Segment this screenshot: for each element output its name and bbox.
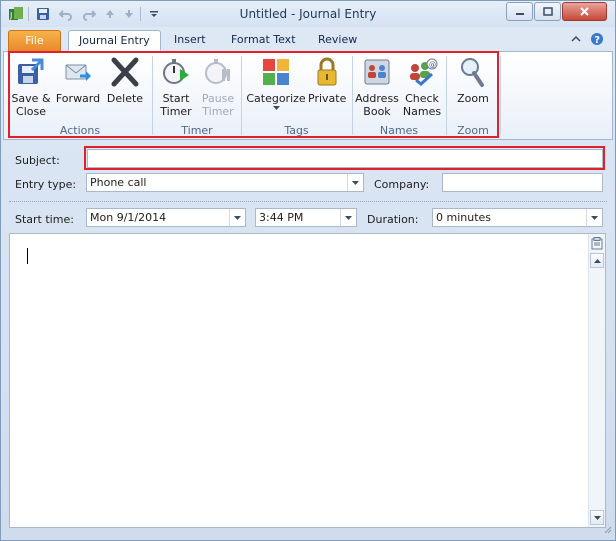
group-divider (500, 56, 501, 135)
tab-journal-entry[interactable]: Journal Entry (68, 30, 161, 51)
tab-file[interactable]: File (8, 30, 61, 51)
forward-label: Forward (55, 92, 101, 105)
entry-type-label: Entry type: (15, 178, 77, 191)
group-label-timer: Timer (181, 124, 213, 137)
address-book-label: Address Book (355, 92, 399, 118)
group-timer: Start Timer Pause Timer Timer (153, 52, 241, 139)
delete-label: Delete (106, 92, 144, 105)
save-close-icon (18, 58, 44, 84)
subject-input[interactable] (87, 149, 603, 168)
group-actions: Save & Close Forward Delete Actions (9, 52, 151, 139)
start-date-select[interactable]: Mon 9/1/2014 (86, 208, 246, 227)
start-time-value: 3:44 PM (259, 211, 304, 224)
vertical-scrollbar[interactable] (588, 234, 605, 527)
text-caret (27, 248, 28, 264)
tab-insert[interactable]: Insert (164, 30, 216, 51)
chevron-down-icon[interactable] (340, 209, 356, 226)
chevron-down-icon[interactable] (229, 209, 245, 226)
form-divider (9, 201, 607, 202)
svg-text:?: ? (594, 35, 600, 46)
ribbon-collapse-icon[interactable] (571, 34, 581, 47)
scroll-down-button[interactable] (590, 510, 604, 525)
help-icon[interactable]: ? (590, 32, 604, 49)
minimize-button[interactable] (506, 2, 533, 21)
journal-entry-window: J Untitled - Journal Entry File Journal … (0, 0, 616, 541)
start-timer-button[interactable]: Start Timer (157, 56, 195, 118)
group-zoom: Zoom Zoom (447, 52, 499, 139)
chevron-down-icon (593, 515, 601, 520)
subject-label: Subject: (15, 154, 60, 167)
ribbon: Save & Close Forward Delete Actions Star… (3, 51, 613, 140)
categorize-button[interactable]: Categorize (246, 56, 306, 114)
tab-review[interactable]: Review (308, 30, 367, 51)
categorize-icon (263, 59, 289, 85)
chevron-up-icon (593, 258, 601, 263)
close-button[interactable] (562, 2, 607, 21)
close-icon (580, 7, 589, 16)
delete-icon (111, 57, 139, 87)
start-time-label: Start time: (15, 213, 74, 226)
pause-timer-button[interactable]: Pause Timer (199, 56, 237, 118)
chevron-down-icon[interactable] (347, 174, 363, 191)
start-timer-label: Start Timer (160, 92, 192, 118)
group-tags: Categorize Private Tags (242, 52, 351, 139)
title-bar: J Untitled - Journal Entry (1, 1, 615, 27)
check-names-button[interactable]: @ Check Names (401, 56, 443, 118)
zoom-button[interactable]: Zoom (452, 56, 494, 105)
lock-icon (317, 57, 337, 86)
check-names-icon: @ (410, 58, 438, 86)
duration-value: 0 minutes (436, 211, 492, 224)
group-label-tags: Tags (284, 124, 309, 137)
start-timer-icon (163, 59, 189, 84)
svg-text:@: @ (429, 61, 436, 69)
scroll-up-button[interactable] (590, 253, 604, 268)
start-date-value: Mon 9/1/2014 (90, 211, 167, 224)
start-time-select[interactable]: 3:44 PM (255, 208, 357, 227)
duration-select[interactable]: 0 minutes (432, 208, 603, 227)
delete-button[interactable]: Delete (105, 56, 145, 105)
address-book-button[interactable]: Address Book (355, 56, 399, 118)
group-label-names: Names (379, 124, 419, 137)
forward-button[interactable]: Forward (55, 56, 101, 105)
maximize-button[interactable] (534, 2, 561, 21)
minimize-icon (515, 12, 524, 15)
ribbon-tabs: File Journal Entry Insert Format Text Re… (1, 27, 615, 51)
private-button[interactable]: Private (308, 56, 346, 105)
clipboard-icon[interactable] (591, 237, 603, 253)
private-label: Private (308, 92, 347, 105)
entry-type-select[interactable]: Phone call (86, 173, 364, 192)
categorize-label: Categorize (246, 92, 306, 105)
group-names: Address Book @ Check Names Names (353, 52, 445, 139)
company-input[interactable] (442, 173, 603, 192)
resize-grip-icon[interactable] (603, 524, 612, 537)
company-label: Company: (374, 178, 430, 191)
tab-format-text[interactable]: Format Text (221, 30, 306, 51)
save-close-label: Save & Close (11, 92, 51, 118)
pause-timer-label: Pause Timer (201, 92, 235, 118)
maximize-icon (542, 6, 553, 16)
entry-type-value: Phone call (90, 176, 147, 189)
group-label-zoom: Zoom (457, 124, 489, 137)
save-close-button[interactable]: Save & Close (11, 56, 51, 118)
duration-label: Duration: (367, 213, 419, 226)
categorize-dropdown-icon (246, 106, 306, 110)
chevron-down-icon[interactable] (586, 209, 602, 226)
pause-timer-icon (205, 59, 230, 84)
zoom-label: Zoom (457, 92, 489, 105)
address-book-icon (364, 59, 390, 85)
group-label-actions: Actions (59, 124, 101, 137)
magnifier-icon (461, 58, 484, 87)
forward-icon (65, 64, 91, 81)
check-names-label: Check Names (402, 92, 442, 118)
notes-body-textarea[interactable] (9, 233, 606, 528)
